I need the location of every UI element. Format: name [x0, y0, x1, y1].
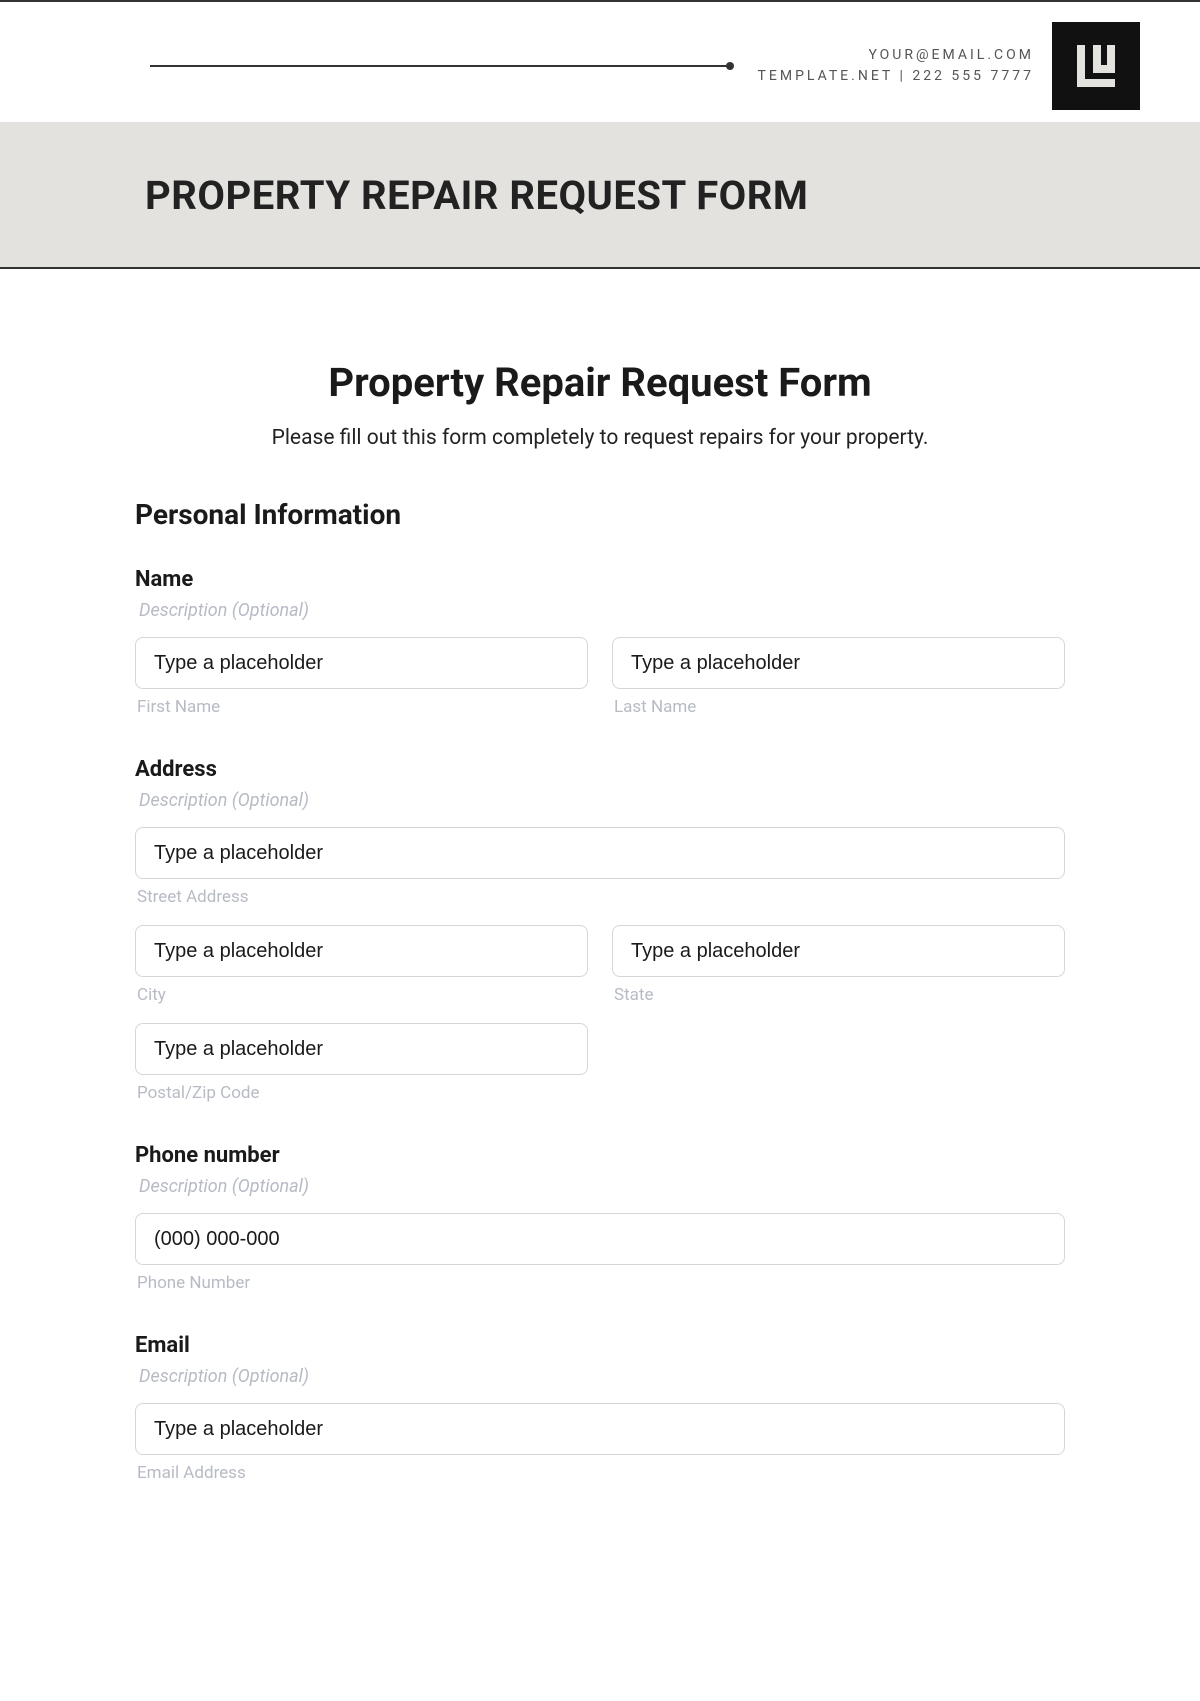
email-sublabel: Email Address — [135, 1463, 1065, 1483]
header: YOUR@EMAIL.COM TEMPLATE.NET | 222 555 77… — [0, 2, 1200, 122]
field-phone: Phone number Description (Optional) Phon… — [135, 1143, 1065, 1293]
banner-title: PROPERTY REPAIR REQUEST FORM — [145, 172, 1200, 219]
phone-sublabel: Phone Number — [135, 1273, 1065, 1293]
state-sublabel: State — [612, 985, 1065, 1005]
email-input[interactable] — [135, 1403, 1065, 1455]
field-address: Address Description (Optional) Street Ad… — [135, 757, 1065, 1103]
last-name-input[interactable] — [612, 637, 1065, 689]
address-label: Address — [135, 757, 1065, 782]
header-contact: YOUR@EMAIL.COM TEMPLATE.NET | 222 555 77… — [758, 45, 1034, 87]
logo-icon — [1052, 22, 1140, 110]
field-name: Name Description (Optional) First Name L… — [135, 567, 1065, 717]
email-label: Email — [135, 1333, 1065, 1358]
banner: PROPERTY REPAIR REQUEST FORM — [0, 122, 1200, 269]
header-email: YOUR@EMAIL.COM — [758, 45, 1034, 66]
field-email: Email Description (Optional) Email Addre… — [135, 1333, 1065, 1483]
header-line2: TEMPLATE.NET | 222 555 7777 — [758, 66, 1034, 87]
street-sublabel: Street Address — [135, 887, 1065, 907]
first-name-sublabel: First Name — [135, 697, 588, 717]
phone-label: Phone number — [135, 1143, 1065, 1168]
street-input[interactable] — [135, 827, 1065, 879]
first-name-input[interactable] — [135, 637, 588, 689]
postal-input[interactable] — [135, 1023, 588, 1075]
state-input[interactable] — [612, 925, 1065, 977]
section-personal-info: Personal Information — [135, 498, 1065, 531]
header-divider — [150, 65, 730, 67]
postal-sublabel: Postal/Zip Code — [135, 1083, 588, 1103]
city-sublabel: City — [135, 985, 588, 1005]
phone-desc: Description (Optional) — [135, 1176, 1065, 1197]
form-subtitle: Please fill out this form completely to … — [135, 426, 1065, 450]
city-input[interactable] — [135, 925, 588, 977]
email-desc: Description (Optional) — [135, 1366, 1065, 1387]
last-name-sublabel: Last Name — [612, 697, 1065, 717]
phone-input[interactable] — [135, 1213, 1065, 1265]
name-label: Name — [135, 567, 1065, 592]
address-desc: Description (Optional) — [135, 790, 1065, 811]
name-desc: Description (Optional) — [135, 600, 1065, 621]
form-title: Property Repair Request Form — [135, 359, 1065, 406]
